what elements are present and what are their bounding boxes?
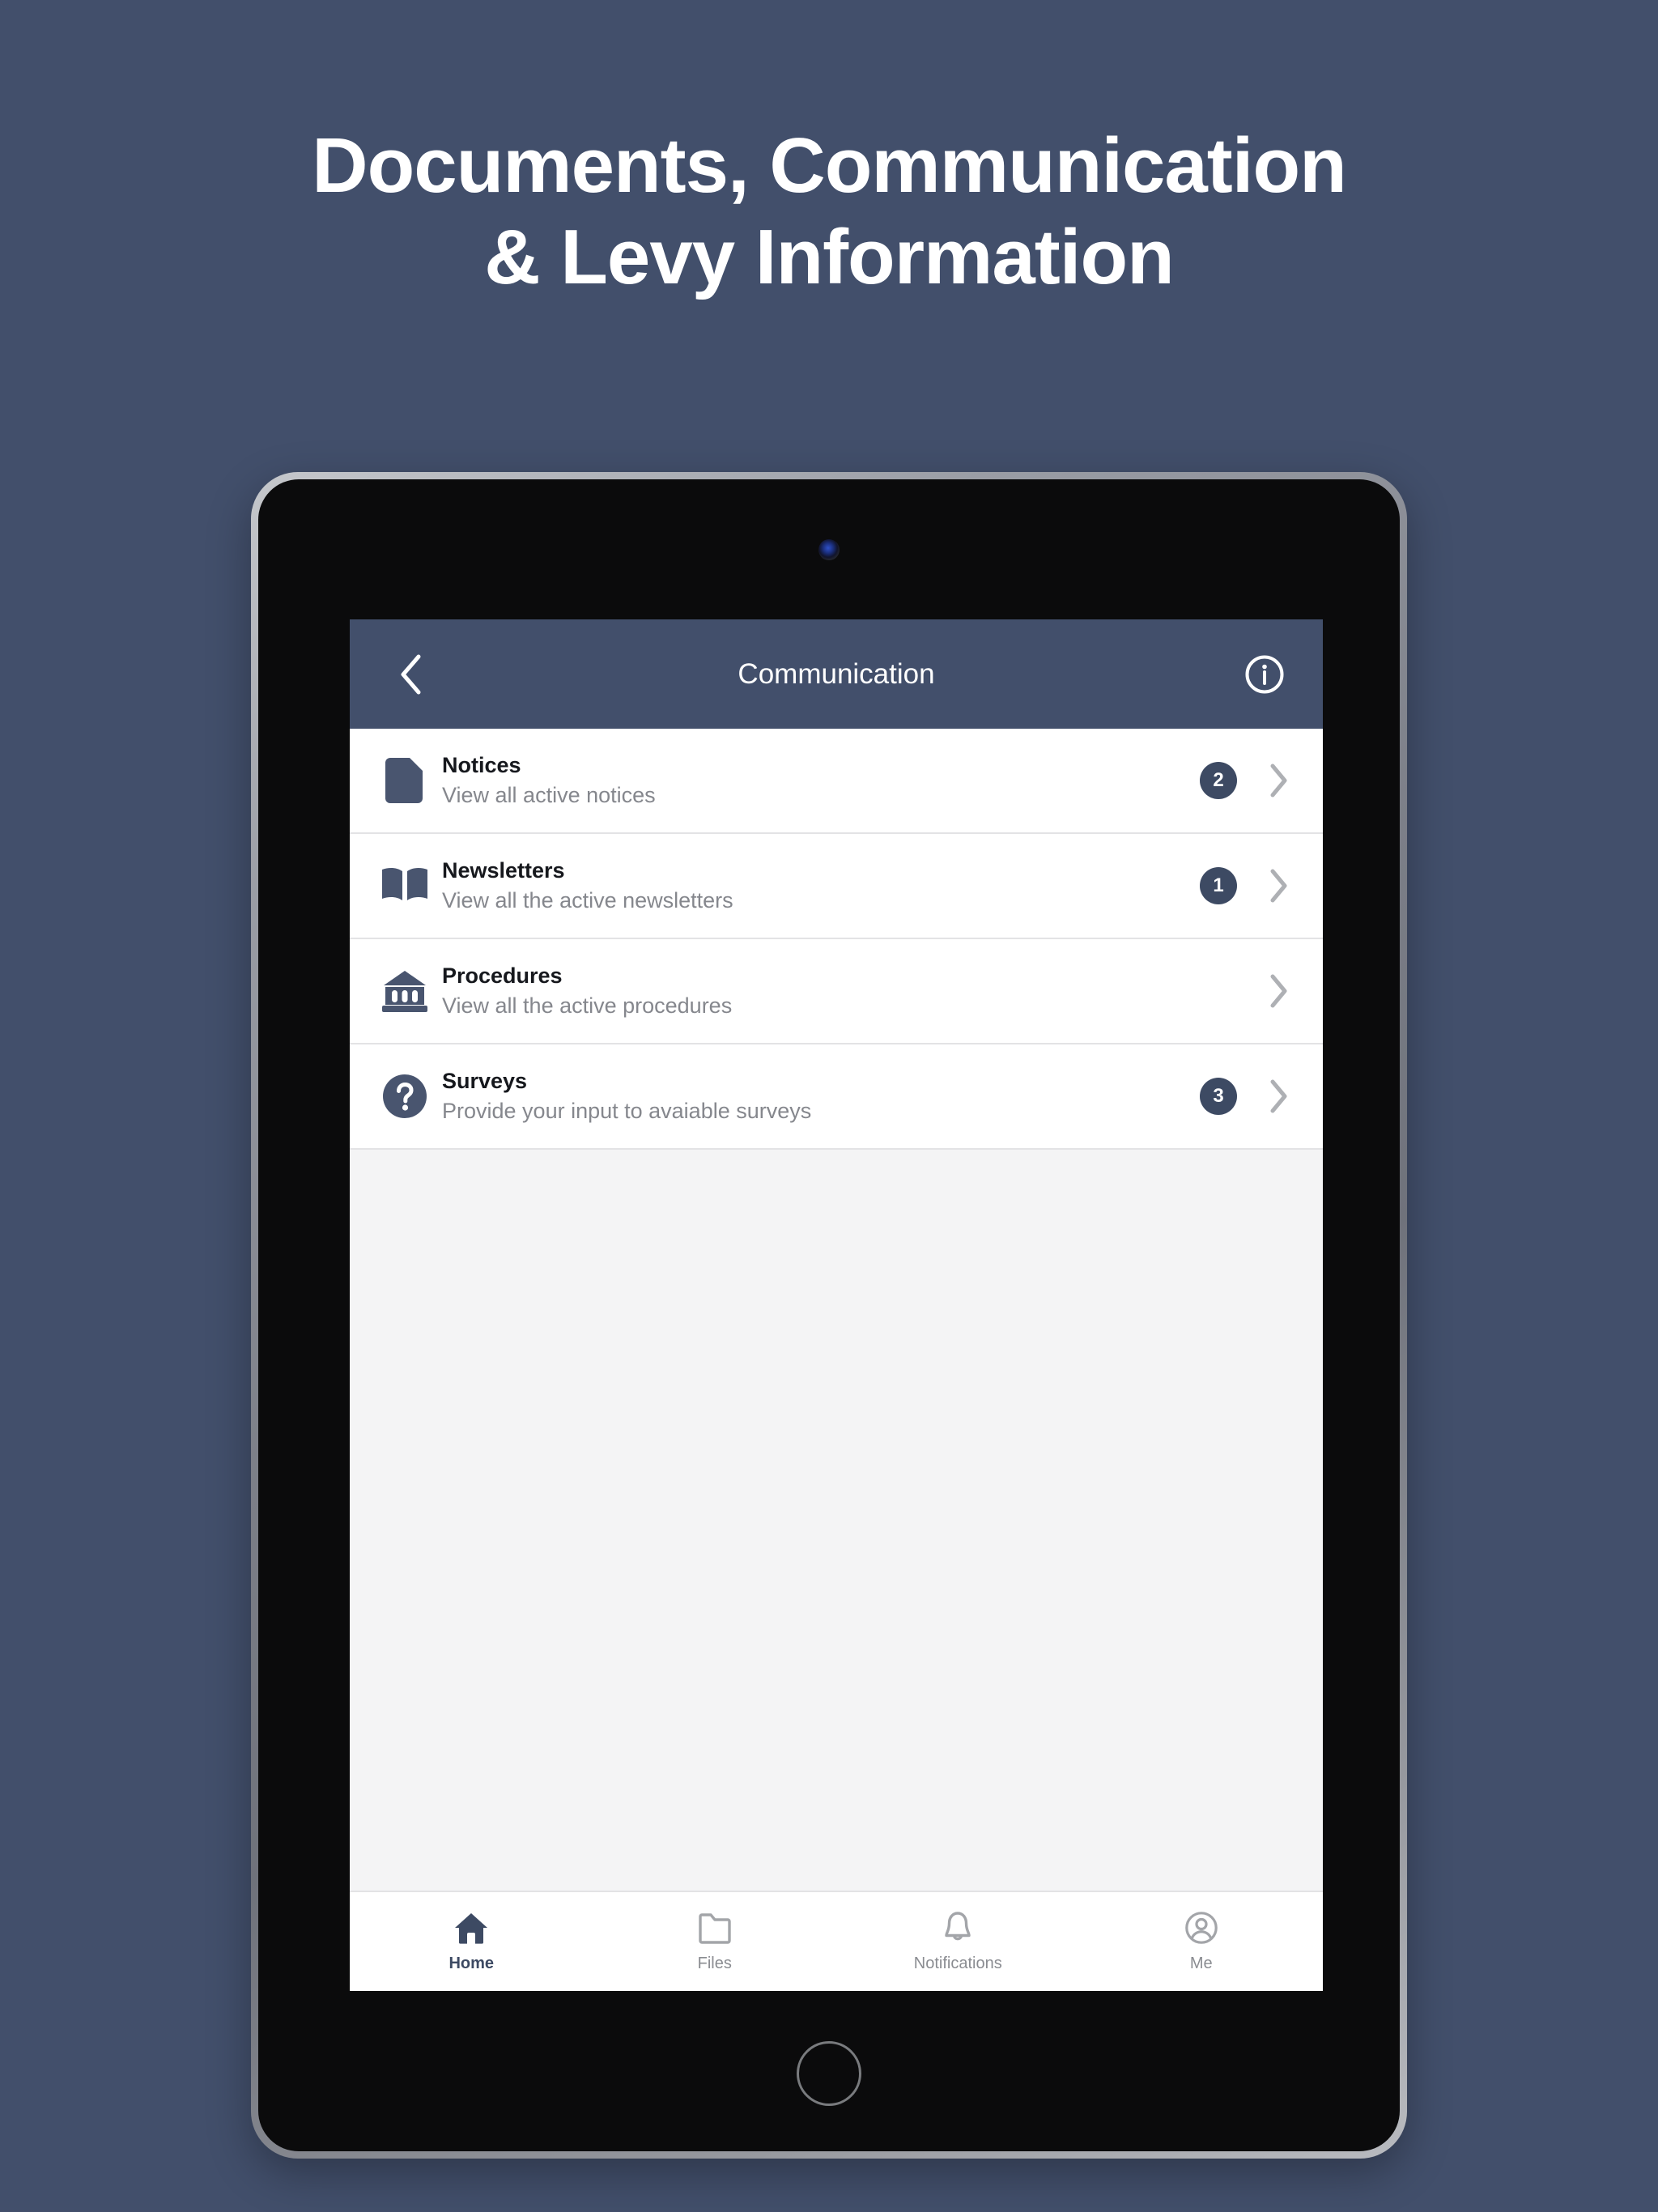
tab-label: Files	[697, 1955, 732, 1972]
chevron-right-icon	[1256, 758, 1302, 803]
info-button[interactable]	[1244, 653, 1286, 696]
list-item-text: Notices View all active notices	[442, 751, 1200, 810]
list-item-text: Newsletters View all the active newslett…	[442, 857, 1200, 916]
list-item-title: Surveys	[442, 1068, 528, 1093]
chevron-right-icon-glyph	[1270, 764, 1287, 798]
person-circle-icon	[1184, 1910, 1219, 1946]
tablet-bezel: Communication Notices View all active no…	[258, 479, 1400, 2151]
bank-columns-icon	[379, 965, 431, 1017]
navbar-title: Communication	[738, 657, 935, 690]
bank-columns-icon-glyph	[382, 971, 427, 1012]
empty-list-area	[350, 1150, 1323, 1891]
app-screen: Communication Notices View all active no…	[350, 619, 1323, 1991]
list-item-newsletters[interactable]: Newsletters View all the active newslett…	[350, 834, 1323, 939]
list-item-title: Procedures	[442, 963, 563, 988]
tab-label: Me	[1189, 1955, 1213, 1972]
open-book-icon-glyph	[382, 867, 427, 900]
status-badge: 2	[1200, 762, 1237, 799]
bell-icon-glyph	[945, 1912, 971, 1941]
content-area: Notices View all active notices 2 Newsle…	[350, 729, 1323, 1991]
folder-icon-glyph	[699, 1913, 731, 1944]
chevron-right-icon-glyph	[1270, 974, 1287, 1008]
status-badge: 3	[1200, 1078, 1237, 1115]
list-item-text: Surveys Provide your input to avaiable s…	[442, 1067, 1200, 1126]
document-icon-glyph	[385, 758, 423, 803]
list-item-surveys[interactable]: Surveys Provide your input to avaiable s…	[350, 1044, 1323, 1150]
document-icon	[379, 755, 431, 806]
chevron-right-icon-glyph	[1270, 869, 1287, 903]
list-item-subtitle: Provide your input to avaiable surveys	[442, 1098, 812, 1123]
list-item-subtitle: View all the active newsletters	[442, 887, 733, 912]
home-button[interactable]	[797, 2041, 861, 2106]
tab-home[interactable]: Home	[350, 1892, 593, 1991]
list-item-subtitle: View all the active procedures	[442, 993, 733, 1018]
page-title: Documents, Communication & Levy Informat…	[312, 122, 1346, 301]
list-item-title: Newsletters	[442, 857, 565, 883]
list-item-title: Notices	[442, 752, 521, 777]
question-circle-icon-glyph	[383, 1074, 427, 1118]
status-badge: 1	[1200, 867, 1237, 904]
list-item-text: Procedures View all the active procedure…	[442, 962, 1200, 1021]
list-item-subtitle: View all active notices	[442, 782, 656, 807]
folder-icon	[697, 1910, 733, 1946]
status-badge	[1200, 972, 1237, 1010]
chevron-right-icon	[1256, 1074, 1302, 1119]
list-item-notices[interactable]: Notices View all active notices 2	[350, 729, 1323, 834]
chevron-right-icon-glyph	[1270, 1079, 1287, 1113]
info-circle-icon	[1245, 655, 1284, 693]
communication-list: Notices View all active notices 2 Newsle…	[350, 729, 1323, 1150]
tablet-device-frame: Communication Notices View all active no…	[251, 472, 1407, 2159]
home-icon-glyph	[455, 1913, 488, 1944]
chevron-right-icon	[1256, 968, 1302, 1014]
tab-label: Notifications	[913, 1955, 1002, 1972]
bell-icon	[940, 1910, 976, 1946]
app-navbar: Communication	[350, 619, 1323, 735]
chevron-right-icon	[1256, 863, 1302, 908]
front-camera-icon	[818, 539, 840, 560]
tab-notifications[interactable]: Notifications	[836, 1892, 1080, 1991]
open-book-icon	[379, 860, 431, 912]
list-item-procedures[interactable]: Procedures View all the active procedure…	[350, 939, 1323, 1044]
tab-label: Home	[449, 1955, 495, 1972]
question-circle-icon	[379, 1070, 431, 1122]
home-icon	[453, 1910, 489, 1946]
tab-me[interactable]: Me	[1080, 1892, 1324, 1991]
bottom-tab-bar: Home Files Notifications Me	[350, 1891, 1323, 1991]
person-circle-icon-glyph	[1184, 1912, 1218, 1944]
tab-files[interactable]: Files	[593, 1892, 837, 1991]
